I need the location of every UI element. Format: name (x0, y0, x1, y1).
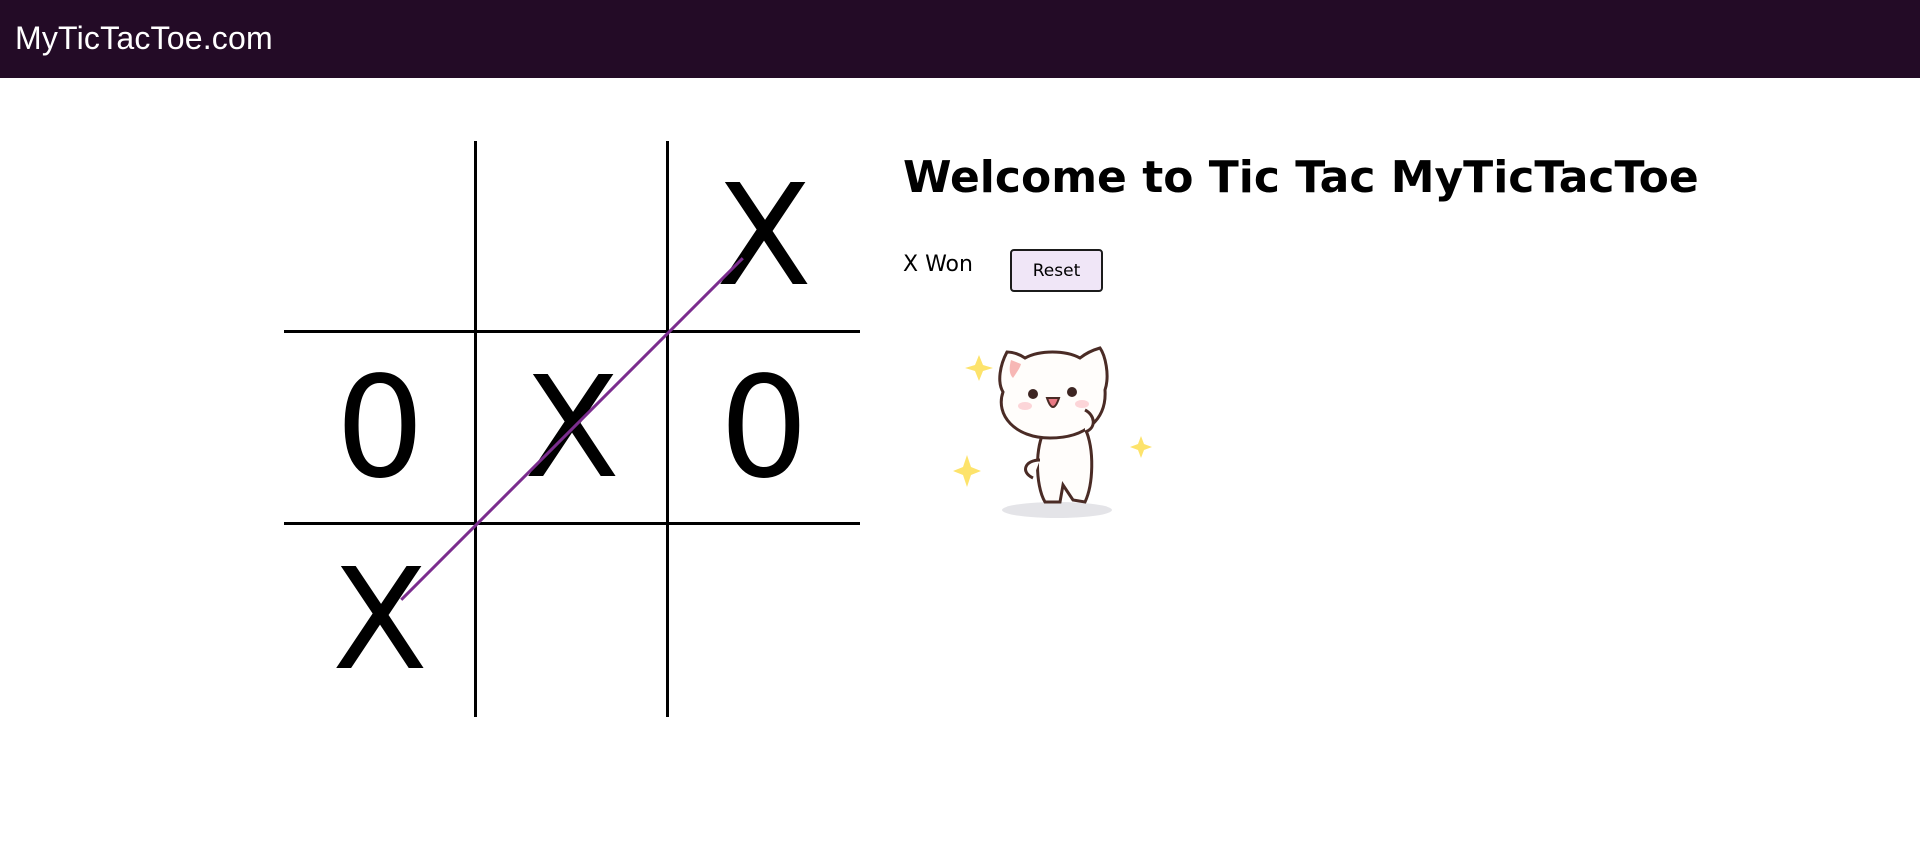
site-title[interactable]: MyTicTacToe.com (15, 18, 273, 58)
board-cell-5[interactable]: X (476, 333, 668, 525)
game-status: X Won (903, 252, 973, 277)
board-cell-7[interactable]: X (284, 525, 476, 717)
page-title: Welcome to Tic Tac MyTicTacToe (903, 152, 1699, 203)
board-cell-3[interactable]: X (668, 141, 860, 333)
board-cell-1[interactable] (284, 141, 476, 333)
board-cell-6[interactable]: 0 (668, 333, 860, 525)
board-cell-2[interactable] (476, 141, 668, 333)
reset-button[interactable]: Reset (1010, 249, 1103, 292)
top-navbar: MyTicTacToe.com (0, 0, 1920, 78)
board-cell-4[interactable]: 0 (284, 333, 476, 525)
game-board: X 0 X 0 X (284, 141, 860, 717)
board-cell-8[interactable] (476, 525, 668, 717)
happy-cat-sticker-icon (953, 346, 1152, 518)
board-cell-9[interactable] (668, 525, 860, 717)
